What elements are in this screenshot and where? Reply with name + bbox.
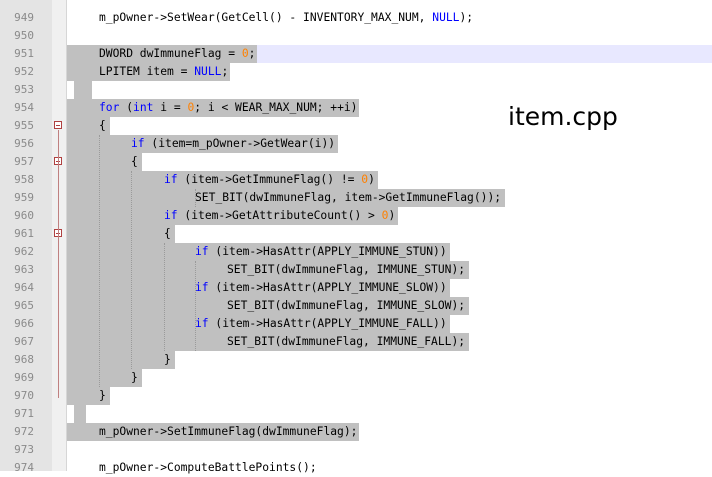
line-number: 950	[14, 29, 34, 42]
code-text: m_pOwner->ComputeBattlePoints();	[99, 461, 317, 474]
line-number: 966	[14, 317, 34, 330]
code-text: SET_BIT(dwImmuneFlag, IMMUNE_SLOW);	[67, 297, 470, 315]
line-number: 963	[14, 263, 34, 276]
line-number: 954	[14, 101, 34, 114]
code-text: SET_BIT(dwImmuneFlag, item->GetImmuneFla…	[67, 189, 506, 207]
code-line: 971	[14, 405, 712, 423]
file-name-label: item.cpp	[508, 102, 618, 131]
line-number: 971	[14, 407, 34, 420]
line-number: 968	[14, 353, 34, 366]
line-number: 970	[14, 389, 34, 402]
code-line: 969 }	[14, 369, 712, 387]
code-text: m_pOwner->SetWear(GetCell() - INVENTORY_…	[99, 11, 474, 24]
code-text: LPITEM item = NULL;	[67, 63, 231, 81]
code-text: for (int i = 0; i < WEAR_MAX_NUM; ++i)	[67, 99, 360, 117]
line-number: 957	[14, 155, 34, 168]
line-number: 972	[14, 425, 34, 438]
code-text: if (item->GetImmuneFlag() != 0)	[67, 171, 378, 189]
line-number: 964	[14, 281, 34, 294]
code-text	[74, 81, 92, 99]
code-text: if (item->GetAttributeCount() > 0)	[67, 207, 399, 225]
code-line: 953	[14, 81, 712, 99]
line-number: 965	[14, 299, 34, 312]
code-line: 950	[14, 27, 712, 45]
line-number: 962	[14, 245, 34, 258]
code-line: 968 }	[14, 351, 712, 369]
indent-guide	[195, 189, 196, 207]
code-line: 960 if (item->GetAttributeCount() > 0)	[14, 207, 712, 225]
indent-guide	[195, 261, 196, 351]
line-number: 974	[14, 461, 34, 474]
code-text: if (item->HasAttr(APPLY_IMMUNE_FALL))	[67, 315, 450, 333]
line-number: 958	[14, 173, 34, 186]
line-number: 961	[14, 227, 34, 240]
indent-guide	[164, 243, 165, 351]
code-text: }	[67, 351, 175, 369]
code-text: SET_BIT(dwImmuneFlag, IMMUNE_STUN);	[67, 261, 470, 279]
code-line: 970 }	[14, 387, 712, 405]
line-number: 953	[14, 83, 34, 96]
code-text: DWORD dwImmuneFlag = 0;	[67, 45, 258, 63]
code-line: 952 LPITEM item = NULL;	[14, 63, 712, 81]
indent-guide	[131, 171, 132, 369]
code-text: if (item->HasAttr(APPLY_IMMUNE_STUN))	[67, 243, 450, 261]
code-line: 956 if (item=m_pOwner->GetWear(i))	[14, 135, 712, 153]
line-number: 967	[14, 335, 34, 348]
code-editor[interactable]: 949 m_pOwner->SetWear(GetCell() - INVENT…	[14, 0, 712, 474]
code-line: 959 SET_BIT(dwImmuneFlag, item->GetImmun…	[14, 189, 712, 207]
code-line-current: 951 DWORD dwImmuneFlag = 0;	[14, 45, 712, 63]
line-number: 969	[14, 371, 34, 384]
line-number: 956	[14, 137, 34, 150]
code-line: 958 if (item->GetImmuneFlag() != 0)	[14, 171, 712, 189]
code-text	[74, 405, 86, 423]
code-text: if (item->HasAttr(APPLY_IMMUNE_SLOW))	[67, 279, 450, 297]
fold-tree-line	[58, 130, 59, 398]
code-text: {	[67, 153, 142, 171]
code-text: SET_BIT(dwImmuneFlag, IMMUNE_FALL);	[67, 333, 470, 351]
line-number: 959	[14, 191, 34, 204]
line-number: 960	[14, 209, 34, 222]
line-number: 949	[14, 11, 34, 24]
code-line: 973	[14, 441, 712, 459]
fold-collapse-icon[interactable]	[54, 121, 62, 129]
code-text: }	[67, 369, 142, 387]
code-text: }	[67, 387, 110, 405]
code-line: 961 {	[14, 225, 712, 243]
code-text: if (item=m_pOwner->GetWear(i))	[67, 135, 339, 153]
line-number: 955	[14, 119, 34, 132]
code-line: 974 m_pOwner->ComputeBattlePoints();	[14, 459, 712, 477]
code-line: 957 {	[14, 153, 712, 171]
indent-guide	[99, 135, 100, 387]
line-number: 952	[14, 65, 34, 78]
line-number: 951	[14, 47, 34, 60]
code-line: 949 m_pOwner->SetWear(GetCell() - INVENT…	[14, 9, 712, 27]
line-number: 973	[14, 443, 34, 456]
code-line: 972 m_pOwner->SetImmuneFlag(dwImmuneFlag…	[14, 423, 712, 441]
code-text: m_pOwner->SetImmuneFlag(dwImmuneFlag);	[67, 423, 360, 441]
code-text: {	[67, 225, 175, 243]
code-text: {	[67, 117, 110, 135]
